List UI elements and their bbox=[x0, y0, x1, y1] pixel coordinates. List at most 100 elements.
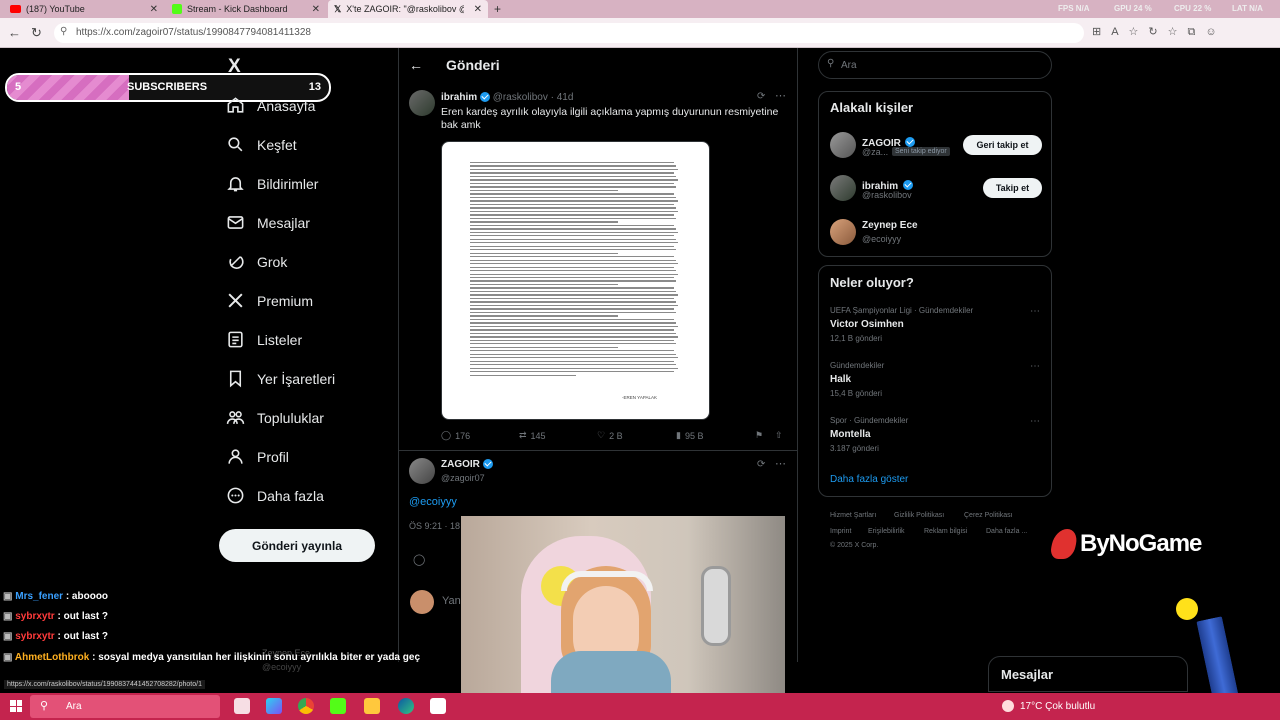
mention-link[interactable]: @ecoiyyy bbox=[409, 496, 457, 508]
refresh-icon[interactable]: ↻ bbox=[31, 25, 42, 41]
sidebar-item-keşfet[interactable]: Keşfet bbox=[226, 135, 297, 154]
sidebar-item-label: Topluluklar bbox=[257, 409, 324, 426]
document-line bbox=[470, 318, 674, 321]
folder-icon[interactable] bbox=[364, 698, 380, 714]
weather-text[interactable]: 17°C Çok bulutlu bbox=[1020, 701, 1095, 712]
author-handle[interactable]: @raskolibov bbox=[493, 92, 548, 103]
more-options-icon[interactable]: ⋯ bbox=[1030, 416, 1040, 427]
footer-link[interactable]: Gizlilik Politikası bbox=[894, 512, 944, 519]
task-view-icon[interactable] bbox=[234, 698, 250, 714]
avatar[interactable] bbox=[409, 90, 435, 116]
sidebar-item-label: Bildirimler bbox=[257, 175, 319, 192]
back-arrow-icon[interactable]: ← bbox=[409, 57, 423, 73]
tweet-timestamp[interactable]: ÖS 9:21 · 18 bbox=[409, 521, 460, 531]
sidebar-item-bildirimler[interactable]: Bildirimler bbox=[226, 174, 318, 193]
kick-icon[interactable] bbox=[330, 698, 346, 714]
avatar[interactable] bbox=[830, 175, 856, 201]
sidebar-item-anasayfa[interactable]: Anasayfa bbox=[226, 96, 315, 115]
reply-icon[interactable]: ◯ bbox=[413, 553, 425, 566]
back-icon[interactable]: ← bbox=[8, 25, 21, 40]
headphones-shape bbox=[561, 571, 653, 591]
close-icon[interactable]: ✕ bbox=[312, 4, 320, 15]
tab-x[interactable]: 𝕏 X'te ZAGOIR: "@raskolibov @eco ✕ bbox=[328, 0, 488, 18]
person-name[interactable]: Zeynep Ece bbox=[862, 220, 918, 231]
sidebar-item-grok[interactable]: Grok bbox=[226, 252, 287, 271]
follow-button[interactable]: Takip et bbox=[983, 178, 1042, 198]
document-line bbox=[470, 290, 676, 293]
follow-back-button[interactable]: Geri takip et bbox=[963, 135, 1042, 155]
grok-icon[interactable]: ⟳ bbox=[757, 91, 765, 102]
document-line bbox=[470, 367, 678, 369]
sidebar-item-yer-i-şaretleri[interactable]: Yer İşaretleri bbox=[226, 369, 335, 388]
more-options-icon[interactable]: ⋯ bbox=[1030, 361, 1040, 372]
copilot-icon[interactable] bbox=[266, 698, 282, 714]
document-line bbox=[470, 371, 674, 373]
trend-item[interactable]: UEFA Şampiyonlar Ligi · Gündemdekiler Vi… bbox=[830, 306, 973, 343]
browser-toolbar-icons[interactable]: ⊞A☆↻☆⧉☺ bbox=[1092, 25, 1227, 39]
sidebar-item-profil[interactable]: Profil bbox=[226, 447, 289, 466]
avatar[interactable] bbox=[830, 219, 856, 245]
footer-link[interactable]: Hizmet Şartları bbox=[830, 512, 876, 519]
document-line bbox=[470, 221, 619, 223]
tweet-text: Eren kardeş ayrılık olayıyla ilgili açık… bbox=[441, 106, 779, 131]
gpu-stat: GPU 24 % bbox=[1114, 4, 1152, 13]
tab-kick[interactable]: Stream - Kick Dashboard ✕ bbox=[166, 0, 326, 18]
views-button[interactable]: ▮ 95 B bbox=[676, 430, 703, 441]
footer-link[interactable]: Daha fazla ... bbox=[986, 528, 1027, 535]
new-tab-icon[interactable]: + bbox=[494, 2, 501, 16]
sidebar-item-mesajlar[interactable]: Mesajlar bbox=[226, 213, 310, 232]
sidebar-item-premium[interactable]: Premium bbox=[226, 291, 313, 310]
messages-drawer[interactable]: Mesajlar bbox=[988, 656, 1188, 692]
document-line bbox=[470, 287, 674, 289]
document-line bbox=[470, 301, 676, 303]
tweet-time[interactable]: · 41d bbox=[551, 92, 574, 103]
verified-icon bbox=[479, 92, 490, 103]
author-name[interactable]: ibrahim bbox=[441, 92, 477, 103]
subscriber-label: SUBSCRIBERS bbox=[127, 81, 208, 93]
x-logo-icon[interactable]: X bbox=[228, 56, 241, 78]
bookmark-icon bbox=[229, 370, 242, 388]
youtube-icon bbox=[10, 5, 21, 13]
author-handle[interactable]: @zagoir07 bbox=[441, 473, 485, 483]
like-button[interactable]: ♡ 2 B bbox=[597, 430, 623, 441]
reply-button[interactable]: ◯ 176 bbox=[441, 430, 470, 441]
document-line bbox=[470, 311, 676, 314]
tab-youtube[interactable]: (187) YouTube ✕ bbox=[4, 0, 164, 18]
sidebar-item-topluluklar[interactable]: Topluluklar bbox=[226, 408, 324, 427]
footer-link[interactable]: Erişilebilirlik bbox=[868, 528, 905, 535]
share-icon[interactable]: ⇧ bbox=[775, 430, 783, 441]
windows-start-icon[interactable] bbox=[10, 700, 22, 712]
more-options-icon[interactable]: ⋯ bbox=[775, 457, 786, 470]
author-name[interactable]: ZAGOIR bbox=[441, 459, 480, 470]
sidebar-item-listeler[interactable]: Listeler bbox=[226, 330, 302, 349]
close-icon[interactable]: ✕ bbox=[150, 4, 158, 15]
trend-item[interactable]: Spor · Gündemdekiler Montella 3.187 gönd… bbox=[830, 416, 908, 453]
chrome-icon[interactable] bbox=[298, 698, 314, 714]
search-input[interactable]: Ara bbox=[818, 51, 1052, 79]
reply-input-partial[interactable]: Yan bbox=[442, 595, 461, 607]
post-button[interactable]: Gönderi yayınla bbox=[219, 529, 375, 562]
avatar[interactable] bbox=[830, 132, 856, 158]
edge-icon[interactable] bbox=[398, 698, 414, 714]
close-icon[interactable]: ✕ bbox=[474, 4, 482, 15]
repost-button[interactable]: ⇄ 145 bbox=[519, 430, 546, 441]
trend-item[interactable]: Gündemdekiler Halk 15,4 B gönderi bbox=[830, 361, 884, 398]
app-icon[interactable] bbox=[430, 698, 446, 714]
url-field[interactable]: https://x.com/zagoir07/status/1990847794… bbox=[54, 23, 1084, 43]
more-options-icon[interactable]: ⋯ bbox=[775, 89, 786, 102]
bookmark-icon[interactable]: ⚑ bbox=[755, 430, 763, 441]
show-more-link[interactable]: Daha fazla göster bbox=[830, 474, 908, 485]
sidebar-item-daha-fazla[interactable]: Daha fazla bbox=[226, 486, 324, 505]
tweet-header: ZAGOIR bbox=[441, 459, 493, 470]
footer-link[interactable]: Çerez Politikası bbox=[964, 512, 1013, 519]
tweet-image[interactable]: -EREN YAPALAK bbox=[441, 141, 710, 420]
chat-text: : aboooo bbox=[63, 591, 109, 602]
taskbar-search[interactable]: Ara bbox=[30, 695, 220, 718]
fps-stat: FPS N/A bbox=[1058, 4, 1090, 13]
footer-link[interactable]: Imprint bbox=[830, 528, 851, 535]
footer-link[interactable]: Reklam bilgisi bbox=[924, 528, 967, 535]
more-options-icon[interactable]: ⋯ bbox=[1030, 306, 1040, 317]
grok-icon[interactable]: ⟳ bbox=[757, 459, 765, 470]
document-line bbox=[470, 339, 674, 341]
avatar[interactable] bbox=[409, 458, 435, 484]
